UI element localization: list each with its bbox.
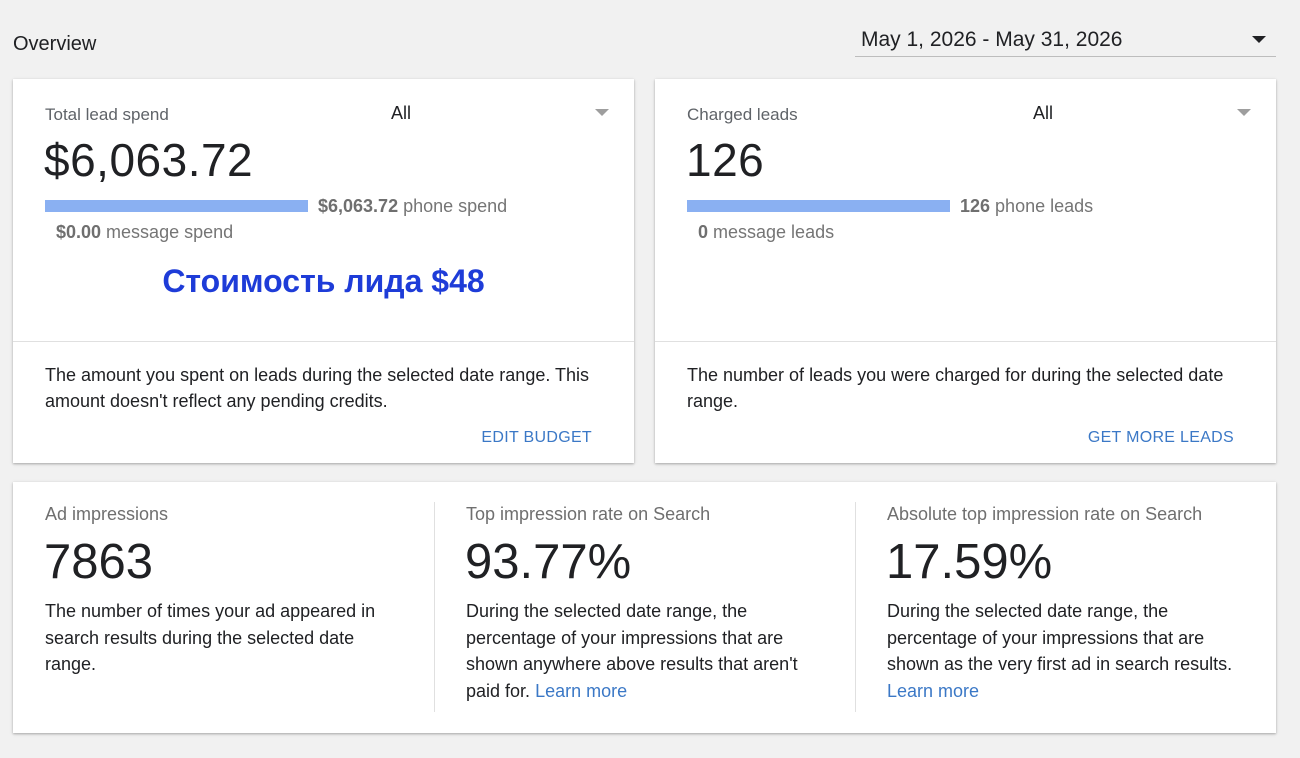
top-impression-rate-text: During the selected date range, the perc… [466, 601, 798, 701]
lead-spend-value: $6,063.72 [44, 134, 254, 186]
top-impression-rate-description: During the selected date range, the perc… [466, 598, 816, 704]
top-impression-rate-stat: Top impression rate on Search 93.77% Dur… [434, 482, 855, 733]
overview-page: Overview May 1, 2026 - May 31, 2026 Tota… [0, 0, 1300, 758]
chevron-down-icon [595, 109, 609, 116]
page-title: Overview [13, 33, 97, 55]
lead-spend-filter-select[interactable]: All [373, 99, 609, 127]
message-leads-legend: 0 message leads [698, 222, 834, 243]
top-impression-rate-label: Top impression rate on Search [466, 504, 711, 524]
card-divider [655, 341, 1276, 342]
charged-leads-value: 126 [686, 134, 765, 186]
charged-leads-filter-select[interactable]: All [1015, 99, 1251, 127]
top-impression-rate-value: 93.77% [465, 535, 632, 589]
message-spend-amount: $0.00 [56, 222, 102, 242]
message-spend-legend: $0.00 message spend [56, 222, 233, 243]
phone-leads-legend: 126 phone leads [960, 196, 1093, 217]
absolute-top-impression-rate-label: Absolute top impression rate on Search [887, 504, 1203, 524]
absolute-top-impression-rate-description: During the selected date range, the perc… [887, 598, 1237, 704]
message-leads-amount: 0 [698, 222, 709, 242]
charged-leads-card: Charged leads All 126 126 phone leads 0 … [655, 79, 1276, 463]
lead-spend-filter-value: All [391, 103, 412, 123]
ad-impressions-description: The number of times your ad appeared in … [45, 601, 376, 674]
message-spend-suffix: message spend [101, 222, 234, 242]
ad-impressions-label: Ad impressions [45, 504, 169, 524]
phone-leads-amount: 126 [960, 196, 991, 216]
absolute-top-impression-rate-value: 17.59% [886, 535, 1053, 589]
ad-impressions-value: 7863 [44, 535, 154, 589]
charged-leads-label: Charged leads [687, 105, 798, 124]
lead-spend-description: The amount you spent on leads during the… [45, 365, 590, 411]
card-divider [13, 341, 634, 342]
chevron-down-icon [1237, 109, 1251, 116]
phone-spend-legend: $6,063.72 phone spend [318, 196, 507, 217]
lead-spend-label: Total lead spend [45, 105, 169, 124]
edit-budget-button[interactable]: EDIT BUDGET [481, 429, 592, 447]
absolute-top-impression-rate-stat: Absolute top impression rate on Search 1… [855, 482, 1276, 733]
get-more-leads-button[interactable]: GET MORE LEADS [1088, 429, 1234, 447]
learn-more-link[interactable]: Learn more [887, 681, 979, 701]
chevron-down-icon [1252, 36, 1266, 43]
phone-spend-bar [45, 200, 308, 212]
absolute-top-impression-rate-text: During the selected date range, the perc… [887, 601, 1233, 674]
date-range-value: May 1, 2026 - May 31, 2026 [861, 28, 1123, 51]
charged-leads-filter-value: All [1033, 103, 1054, 123]
phone-leads-bar [687, 200, 950, 212]
message-leads-suffix: message leads [708, 222, 835, 242]
date-range-picker[interactable]: May 1, 2026 - May 31, 2026 [855, 24, 1276, 57]
phone-leads-suffix: phone leads [990, 196, 1094, 216]
phone-spend-amount: $6,063.72 [318, 196, 399, 216]
phone-spend-suffix: phone spend [398, 196, 508, 216]
cost-per-lead-annotation: Стоимость лида $48 [162, 263, 485, 299]
ad-impressions-stat: Ad impressions 7863 The number of times … [13, 482, 434, 733]
charged-leads-description: The number of leads you were charged for… [687, 365, 1224, 411]
learn-more-link[interactable]: Learn more [535, 681, 627, 701]
lead-spend-card: Total lead spend All $6,063.72 $6,063.72… [13, 79, 634, 463]
impressions-stats-card: Ad impressions 7863 The number of times … [13, 482, 1276, 733]
